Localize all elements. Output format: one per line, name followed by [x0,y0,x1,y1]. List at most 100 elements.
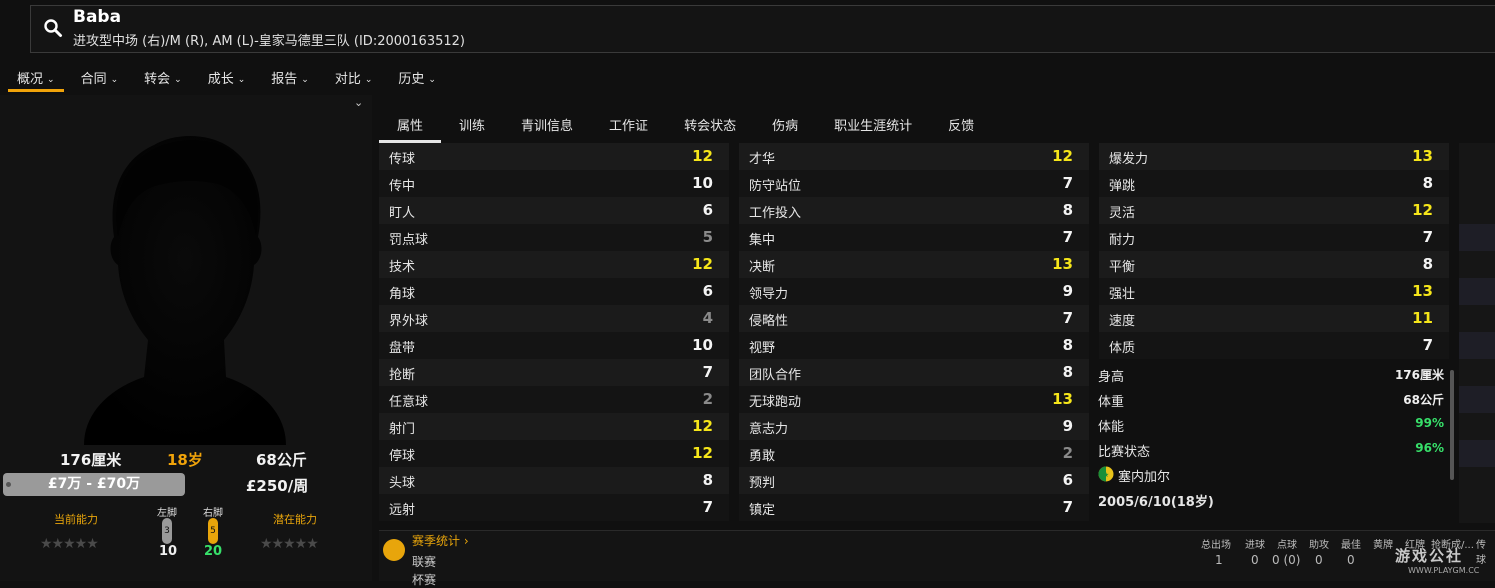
chevron-down-icon: ⌄ [174,74,182,85]
right-foot-icon: 5 [208,518,218,544]
league-assists: 0 [1315,553,1323,567]
league-pom: 0 [1347,553,1355,567]
league-row-label: 联赛 [412,555,437,569]
menu-transfer[interactable]: 转会 ⌄ [135,64,191,92]
technical-attribute-row[interactable]: 传中 10 [379,170,729,197]
attribute-label: 镇定 [749,503,776,518]
attribute-label: 界外球 [389,314,429,329]
mental-attribute-row[interactable]: 镇定 7 [739,494,1089,521]
scrollbar[interactable] [1450,370,1454,480]
chevron-down-icon: ⌄ [364,74,373,85]
attribute-value: 2 [702,390,713,408]
mental-attribute-row[interactable]: 集中 7 [739,224,1089,251]
attribute-value: 7 [1062,228,1073,246]
attribute-label: 弹跳 [1109,179,1136,194]
tab-attributes[interactable]: 属性 [379,108,442,143]
mental-attribute-row[interactable]: 视野 8 [739,332,1089,359]
menu-compare[interactable]: 对比 ⌄ [326,64,382,92]
watermark-logo: 游戏公社 [1395,547,1464,565]
player-age: 18岁 [167,451,203,469]
technical-attribute-row[interactable]: 盘带 10 [379,332,729,359]
attribute-label: 射门 [389,422,416,437]
league-apps: 1 [1215,553,1223,567]
player-search-bar[interactable]: Baba 进攻型中场 (右)/M (R), AM (L)-皇家马德里三队 (ID… [30,5,1495,53]
svg-text:★: ★ [1103,471,1109,479]
technical-attribute-row[interactable]: 抢断 7 [379,359,729,386]
technical-attributes: 传球 12 传中 10 盯人 6 罚点球 5 技术 12 角球 6 界外球 4 盘带 10 抢断 7 任意球 2 射门 1… [379,143,729,521]
mental-attribute-row[interactable]: 无球跑动 13 [739,386,1089,413]
search-icon[interactable] [43,18,63,38]
physical-attribute-row[interactable]: 爆发力 13 [1099,143,1449,170]
technical-attribute-row[interactable]: 界外球 4 [379,305,729,332]
tab-training[interactable]: 训练 [441,108,503,143]
tab-feedback[interactable]: 反馈 [930,108,992,143]
mental-attribute-row[interactable]: 决断 13 [739,251,1089,278]
mental-attribute-row[interactable]: 工作投入 8 [739,197,1089,224]
menu-history[interactable]: 历史 ⌄ [389,64,445,92]
physical-attribute-row[interactable]: 平衡 8 [1099,251,1449,278]
left-foot-icon: 3 [162,518,172,544]
technical-attribute-row[interactable]: 传球 12 [379,143,729,170]
mental-attribute-row[interactable]: 预判 6 [739,467,1089,494]
current-ability-label: 当前能力 [54,513,98,526]
mental-attribute-row[interactable]: 侵略性 7 [739,305,1089,332]
tab-transfer-status[interactable]: 转会状态 [666,108,754,143]
attribute-value: 8 [1062,201,1073,219]
attribute-value: 13 [1052,255,1073,273]
tab-career-stats[interactable]: 职业生涯统计 [816,108,930,143]
technical-attribute-row[interactable]: 停球 12 [379,440,729,467]
transfer-value-range[interactable]: £7万 - £70万 [3,473,185,496]
technical-attribute-row[interactable]: 技术 12 [379,251,729,278]
player-name: Baba [73,7,122,27]
chevron-down-icon[interactable]: ⌄ [354,96,363,109]
attribute-label: 强壮 [1109,287,1136,302]
attribute-label: 防守站位 [749,179,802,194]
physical-attribute-row[interactable]: 速度 11 [1099,305,1449,332]
stat-header-penalties: 点球 [1277,540,1297,551]
technical-attribute-row[interactable]: 角球 6 [379,278,729,305]
physical-attribute-row[interactable]: 体质 7 [1099,332,1449,359]
league-penalties: 0 (0) [1272,553,1301,567]
tab-youth-info[interactable]: 青训信息 [503,108,591,143]
player-wage: £250/周 [246,477,309,495]
physical-attribute-row[interactable]: 耐力 7 [1099,224,1449,251]
mental-attribute-row[interactable]: 领导力 9 [739,278,1089,305]
physical-attribute-row[interactable]: 灵活 12 [1099,197,1449,224]
menu-reports[interactable]: 报告 ⌄ [262,64,318,92]
attribute-value: 8 [1422,174,1433,192]
physical-attribute-row[interactable]: 强壮 13 [1099,278,1449,305]
physical-attribute-row[interactable]: 弹跳 8 [1099,170,1449,197]
technical-attribute-row[interactable]: 头球 8 [379,467,729,494]
attribute-label: 传球 [389,152,416,167]
technical-attribute-row[interactable]: 射门 12 [379,413,729,440]
info-nationality[interactable]: ★ 塞内加尔 [1090,462,1450,487]
menu-contract[interactable]: 合同 ⌄ [72,64,128,92]
mental-attribute-row[interactable]: 意志力 9 [739,413,1089,440]
chevron-down-icon: ⌄ [237,74,246,85]
season-stats-title[interactable]: 赛季统计 › [412,532,469,549]
technical-attribute-row[interactable]: 罚点球 5 [379,224,729,251]
technical-attribute-row[interactable]: 盯人 6 [379,197,729,224]
attribute-value: 10 [692,174,713,192]
mental-attribute-row[interactable]: 团队合作 8 [739,359,1089,386]
info-weight: 体重 68公斤 [1098,393,1444,410]
mental-attribute-row[interactable]: 才华 12 [739,143,1089,170]
mental-attribute-row[interactable]: 防守站位 7 [739,170,1089,197]
attribute-label: 无球跑动 [749,395,802,410]
player-weight: 68公斤 [256,451,307,469]
attribute-label: 罚点球 [389,233,429,248]
technical-attribute-row[interactable]: 任意球 2 [379,386,729,413]
attribute-label: 勇敢 [749,449,776,464]
menu-overview[interactable]: 概况 ⌄ [8,64,64,92]
attribute-value: 11 [1412,309,1433,327]
technical-attribute-row[interactable]: 远射 7 [379,494,729,521]
menu-development[interactable]: 成长 ⌄ [199,64,255,92]
mental-attribute-row[interactable]: 勇敢 2 [739,440,1089,467]
left-foot-value: 10 [159,544,178,559]
tab-injuries[interactable]: 伤病 [754,108,816,143]
attribute-label: 灵活 [1109,206,1136,221]
attribute-value: 7 [1062,498,1073,516]
tab-work-permit[interactable]: 工作证 [591,108,666,143]
stat-header-yellow: 黄牌 [1373,540,1393,551]
attribute-label: 侵略性 [749,314,789,329]
